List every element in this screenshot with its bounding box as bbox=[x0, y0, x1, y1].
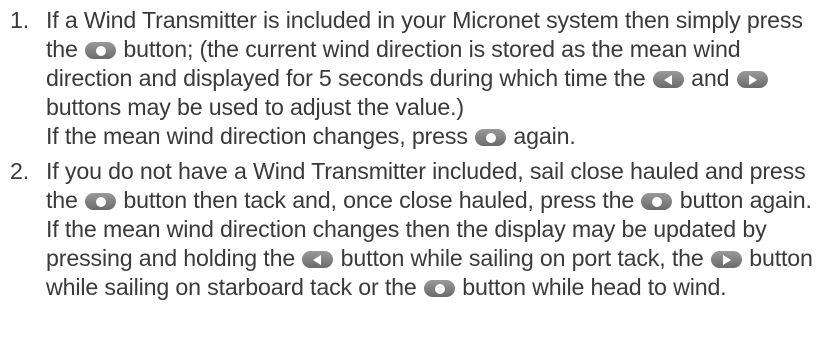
right-arrow-button-icon bbox=[710, 251, 742, 268]
list-item-1: 1. If a Wind Transmitter is included in … bbox=[10, 6, 827, 151]
text-run: again. bbox=[513, 123, 576, 149]
item-number: 2. bbox=[10, 158, 30, 184]
text-run: button then tack and, once close hauled,… bbox=[123, 187, 635, 213]
text-run: If the mean wind direction changes, pres… bbox=[46, 123, 468, 149]
text-run: button while head to wind. bbox=[462, 274, 727, 300]
paragraph: If the mean wind direction changes, pres… bbox=[46, 122, 827, 151]
item-number: 1. bbox=[10, 7, 30, 33]
left-arrow-button-icon bbox=[652, 71, 684, 88]
text-run: and bbox=[691, 65, 730, 91]
paragraph: If a Wind Transmitter is included in you… bbox=[46, 6, 827, 122]
center-button-icon bbox=[475, 129, 507, 146]
center-button-icon bbox=[423, 280, 455, 297]
paragraph: If the mean wind direction changes then … bbox=[46, 215, 827, 302]
paragraph: If you do not have a Wind Transmitter in… bbox=[46, 157, 827, 215]
center-button-icon bbox=[85, 42, 117, 59]
center-button-icon bbox=[85, 193, 117, 210]
instructions-page: 1. If a Wind Transmitter is included in … bbox=[0, 0, 833, 359]
item-body: If a Wind Transmitter is included in you… bbox=[46, 6, 827, 151]
list-item-2: 2. If you do not have a Wind Transmitter… bbox=[10, 157, 827, 302]
center-button-icon bbox=[641, 193, 673, 210]
text-run: button again. bbox=[679, 187, 812, 213]
item-body: If you do not have a Wind Transmitter in… bbox=[46, 157, 827, 302]
text-run: button; (the current wind direction is s… bbox=[46, 36, 741, 91]
text-run: button while sailing on port tack, the bbox=[340, 245, 704, 271]
right-arrow-button-icon bbox=[736, 71, 768, 88]
text-run: buttons may be used to adjust the value.… bbox=[46, 94, 464, 120]
left-arrow-button-icon bbox=[302, 251, 334, 268]
